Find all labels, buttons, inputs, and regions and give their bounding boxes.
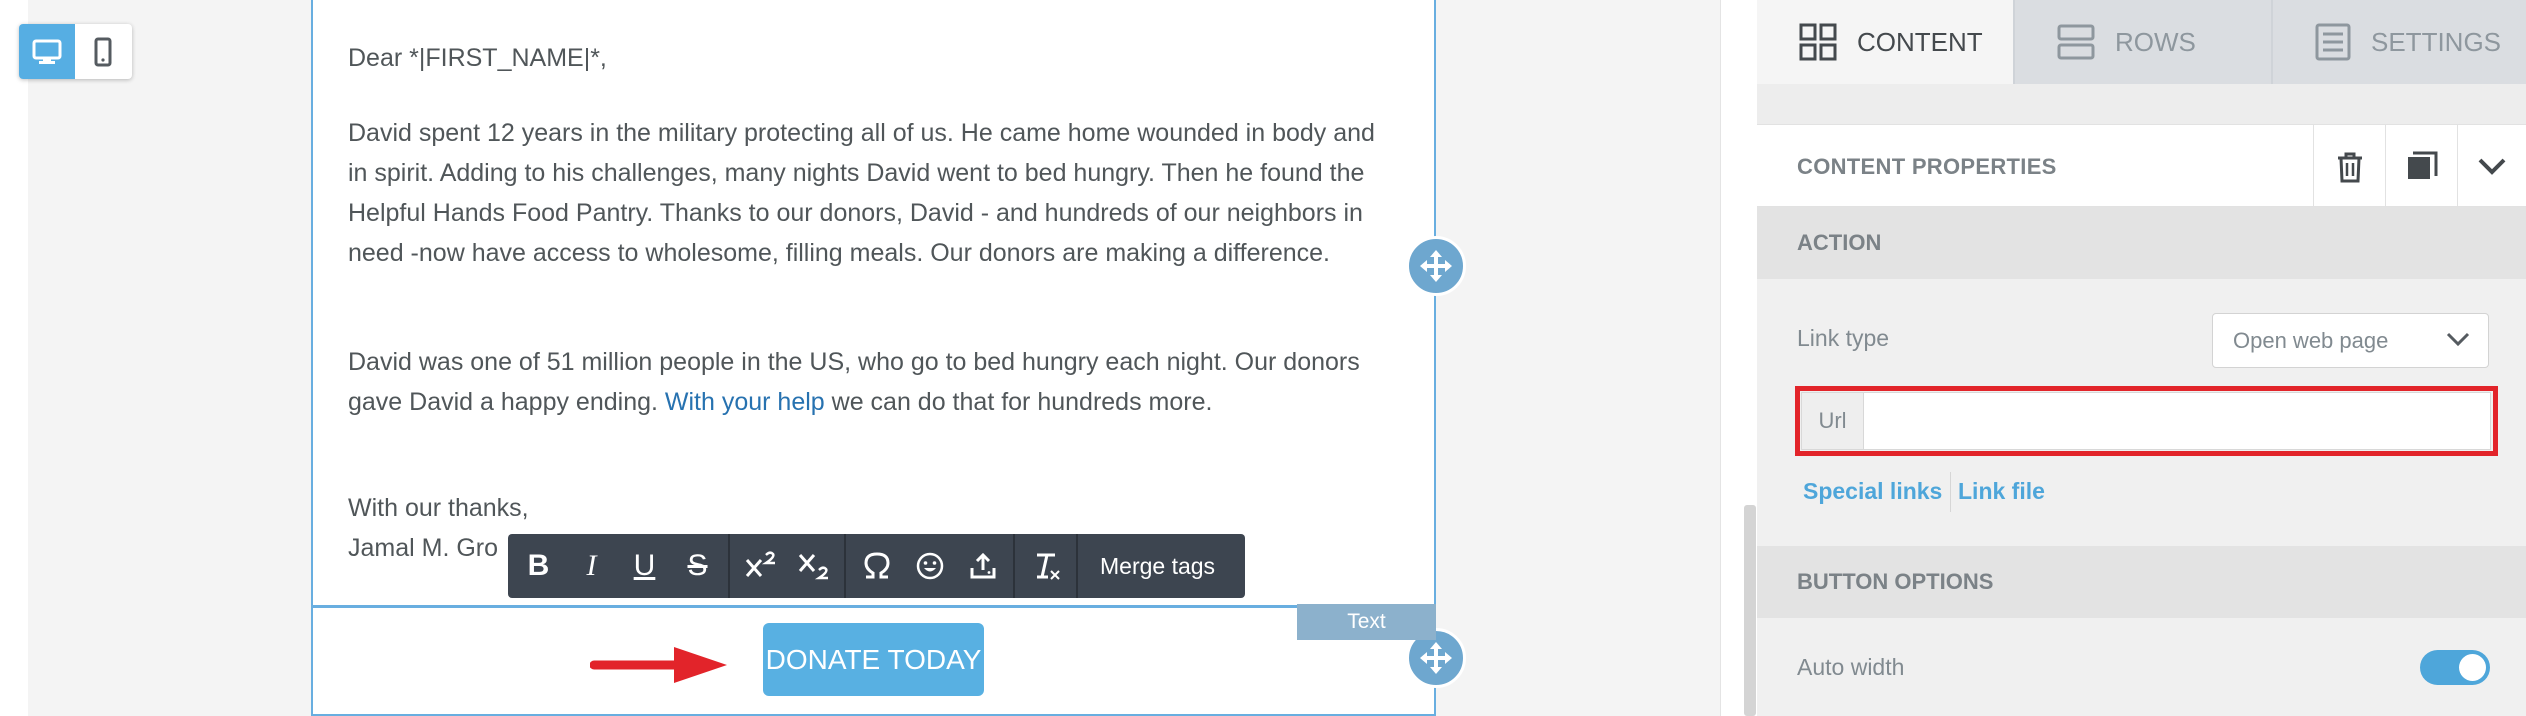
script-group bbox=[730, 534, 846, 598]
canvas-scrollbar-thumb[interactable] bbox=[1744, 505, 1756, 716]
basic-format-group: B I U S bbox=[508, 534, 730, 598]
settings-icon bbox=[2315, 23, 2351, 61]
button-options-section-header: BUTTON OPTIONS bbox=[1757, 546, 2526, 618]
omega-icon bbox=[863, 552, 890, 579]
delete-block-button[interactable] bbox=[2313, 125, 2385, 208]
with-your-help-link[interactable]: With your help bbox=[665, 388, 825, 416]
tab-rows[interactable]: ROWS bbox=[2015, 0, 2273, 84]
mobile-icon bbox=[94, 37, 112, 66]
text-format-toolbar: B I U S Merge tags bbox=[508, 534, 1245, 598]
move-icon bbox=[1420, 642, 1452, 674]
mobile-view-button[interactable] bbox=[75, 24, 131, 79]
auto-width-toggle[interactable] bbox=[2420, 650, 2490, 685]
email-greeting: Dear *|FIRST_NAME|*, bbox=[348, 44, 607, 72]
clear-format-group bbox=[1015, 534, 1078, 598]
url-addon-label: Url bbox=[1802, 393, 1864, 449]
content-properties-header: CONTENT PROPERTIES bbox=[1757, 124, 2526, 208]
superscript-icon bbox=[745, 551, 775, 577]
rows-icon bbox=[2057, 24, 2095, 60]
url-input[interactable] bbox=[1864, 393, 2490, 449]
special-links-link[interactable]: Special links bbox=[1803, 478, 1942, 505]
text-block-move-handle[interactable] bbox=[1406, 236, 1466, 296]
italic-button[interactable]: I bbox=[565, 534, 618, 598]
tab-content[interactable]: CONTENT bbox=[1757, 0, 2015, 84]
canvas-left-margin bbox=[0, 0, 28, 716]
superscript-button[interactable] bbox=[734, 534, 787, 598]
block-type-tag: Text bbox=[1297, 604, 1436, 640]
subscript-icon bbox=[798, 554, 828, 580]
strikethrough-button[interactable]: S bbox=[671, 534, 724, 598]
url-field-group: Url bbox=[1801, 392, 2491, 450]
insert-group bbox=[846, 534, 1015, 598]
desktop-icon bbox=[32, 39, 62, 64]
clear-format-icon bbox=[1036, 553, 1060, 580]
upload-button[interactable] bbox=[956, 534, 1009, 598]
special-character-button[interactable] bbox=[850, 534, 903, 598]
tab-settings[interactable]: SETTINGS bbox=[2273, 0, 2526, 84]
desktop-view-button[interactable] bbox=[19, 24, 75, 79]
duplicate-block-button[interactable] bbox=[2385, 125, 2457, 208]
chevron-down-icon bbox=[2446, 332, 2470, 347]
emoji-button[interactable] bbox=[903, 534, 956, 598]
device-preview-toggle bbox=[19, 24, 132, 79]
donate-today-button[interactable]: DONATE TODAY bbox=[763, 623, 984, 696]
link-type-label: Link type bbox=[1797, 325, 1890, 351]
action-section-header: ACTION bbox=[1757, 207, 2526, 279]
upload-icon bbox=[970, 552, 995, 579]
emoji-icon bbox=[916, 552, 943, 580]
tab-rows-label: ROWS bbox=[2115, 26, 2196, 57]
email-closing: With our thanks, bbox=[348, 494, 529, 522]
tab-settings-label: SETTINGS bbox=[2371, 26, 2502, 57]
subscript-button[interactable] bbox=[787, 534, 840, 598]
duplicate-icon bbox=[2407, 151, 2437, 179]
email-paragraph-2-tail: we can do that for hundreds more. bbox=[824, 388, 1213, 416]
merge-tags-button[interactable]: Merge tags bbox=[1078, 534, 1237, 598]
underline-button[interactable]: U bbox=[618, 534, 671, 598]
grid-icon bbox=[1799, 23, 1837, 61]
link-type-select[interactable]: Open web page bbox=[2212, 313, 2489, 368]
email-paragraph-1: David spent 12 years in the military pro… bbox=[348, 119, 1375, 267]
red-arrow-annotation bbox=[590, 647, 727, 683]
move-icon bbox=[1420, 250, 1452, 282]
collapse-panel-button[interactable] bbox=[2457, 125, 2526, 208]
link-divider bbox=[1950, 472, 1951, 512]
trash-icon bbox=[2337, 152, 2362, 182]
tab-content-label: CONTENT bbox=[1857, 26, 1983, 57]
toggle-knob bbox=[2459, 654, 2486, 681]
chevron-down-icon bbox=[2478, 158, 2506, 175]
content-properties-title: CONTENT PROPERTIES bbox=[1797, 154, 2057, 179]
link-type-value: Open web page bbox=[2233, 327, 2389, 353]
clear-formatting-button[interactable] bbox=[1019, 534, 1072, 598]
email-paragraph-2: David was one of 51 million people in th… bbox=[348, 342, 1388, 422]
panel-tab-bar: CONTENT ROWS SETTINGS bbox=[1757, 0, 2526, 84]
link-file-link[interactable]: Link file bbox=[1958, 478, 2045, 505]
bold-button[interactable]: B bbox=[512, 534, 565, 598]
auto-width-label: Auto width bbox=[1797, 654, 1905, 680]
